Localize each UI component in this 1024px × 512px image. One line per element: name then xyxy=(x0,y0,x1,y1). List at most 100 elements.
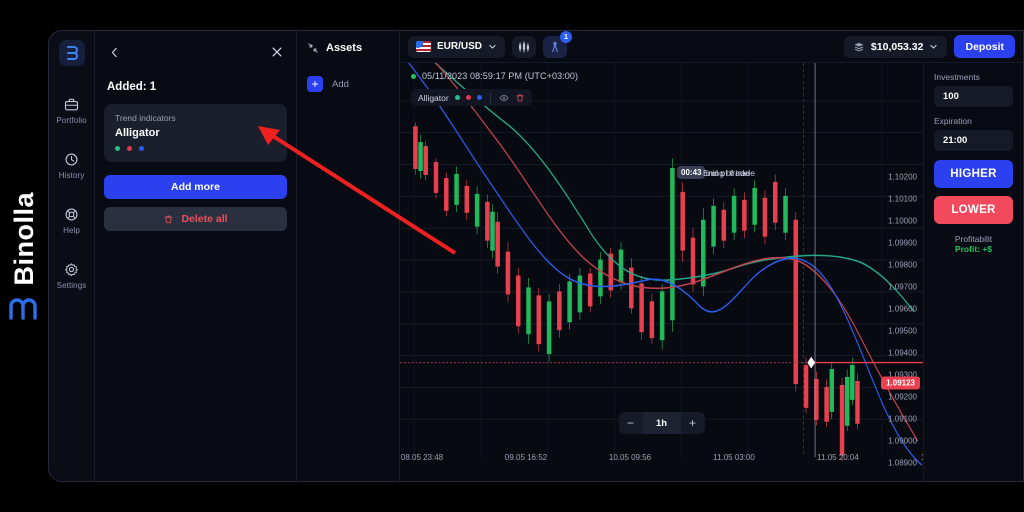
y-tick-label: 1.09000 xyxy=(888,436,917,446)
balance-selector[interactable]: $10,053.32 xyxy=(843,35,948,58)
brand-name: Binolla xyxy=(8,192,39,286)
added-count-label: Added: 1 xyxy=(107,81,157,93)
x-axis: 08.05 23:48 09.05 16:52 10.05 09:56 11.0… xyxy=(400,453,963,465)
y-tick-label: 1.09600 xyxy=(888,304,917,314)
chart-type-button[interactable] xyxy=(512,35,537,58)
color-dot xyxy=(465,95,471,100)
chart-area: EUR/USD 1 $10,053.32 Deposit 05/11/2023 … xyxy=(400,31,1023,481)
y-tick-label: 1.08900 xyxy=(888,458,917,468)
screen: Binolla Portfolio History Help Settings … xyxy=(0,0,1024,512)
indicator-category: Trend indicators xyxy=(115,113,176,123)
x-tick-label: 10.05 09:56 xyxy=(608,453,652,462)
y-tick-label: 1.09800 xyxy=(888,260,917,270)
quote-timestamp: 05/11/2023 08:59:17 PM (UTC+03:00) xyxy=(411,71,578,81)
collapse-icon[interactable] xyxy=(307,42,319,54)
timeframe-decrease-button[interactable]: − xyxy=(619,412,643,434)
lifebuoy-help-icon xyxy=(65,208,78,221)
delete-all-button[interactable]: Delete all xyxy=(104,207,287,231)
briefcase-icon xyxy=(64,98,79,111)
trade-panel: Investments 100 Expiration 21:00 HIGHER … xyxy=(923,63,1023,481)
deposit-button[interactable]: Deposit xyxy=(954,35,1015,58)
color-dot xyxy=(127,146,132,151)
live-status-dot xyxy=(411,73,416,79)
binolla-logo-icon xyxy=(9,298,37,320)
binolla-app-logo-icon[interactable] xyxy=(58,40,85,66)
indicator-name: Alligator xyxy=(115,127,160,139)
sidebar-item-label: Portfolio xyxy=(56,116,87,125)
y-tick-label: 1.09900 xyxy=(888,238,917,248)
candlestick-type-icon xyxy=(519,41,529,52)
symbol-selector[interactable]: EUR/USD xyxy=(408,35,506,58)
color-dot xyxy=(454,95,460,100)
plus-icon: + xyxy=(307,76,323,92)
indicator-legend[interactable]: Alligator xyxy=(411,89,532,106)
sidebar-item-portfolio[interactable]: Portfolio xyxy=(49,88,95,127)
indicators-button[interactable]: 1 xyxy=(543,31,573,58)
higher-button[interactable]: HIGHER xyxy=(934,160,1013,188)
sidebar-item-label: Help xyxy=(63,226,80,235)
expiration-input[interactable]: 21:00 xyxy=(934,130,1013,151)
wallet-stack-icon xyxy=(854,42,864,51)
indicator-color-dots xyxy=(115,146,276,151)
color-dot xyxy=(476,95,482,100)
sidebar-item-label: History xyxy=(58,171,85,180)
y-tick-label: 1.10100 xyxy=(888,194,917,204)
chevron-down-icon xyxy=(489,44,496,49)
timeframe-value[interactable]: 1h xyxy=(642,412,681,434)
sidebar-item-settings[interactable]: Settings xyxy=(49,253,95,292)
y-tick-label: 1.09400 xyxy=(888,348,917,358)
close-button[interactable] xyxy=(267,42,287,62)
gear-icon xyxy=(65,263,78,277)
color-dot xyxy=(139,146,144,151)
trash-icon xyxy=(165,215,173,223)
sidebar-item-label: Settings xyxy=(56,281,87,290)
color-dot xyxy=(115,146,120,151)
x-tick-label: 09.05 16:52 xyxy=(504,453,548,462)
assets-title: Assets xyxy=(326,42,363,54)
indicator-card-alligator[interactable]: Trend indicators Alligator xyxy=(104,104,287,162)
brand-watermark: Binolla xyxy=(0,0,48,512)
trade-end-label: End of trade xyxy=(703,168,750,178)
sidebar-item-help[interactable]: Help xyxy=(49,198,95,237)
balance-amount: $10,053.32 xyxy=(870,40,924,53)
y-tick-label: 1.09700 xyxy=(888,282,917,292)
chevron-left-icon xyxy=(111,47,117,57)
timeframe-increase-button[interactable]: + xyxy=(681,412,705,434)
y-tick-label: 1.10000 xyxy=(888,216,917,226)
assets-panel: Assets + Add xyxy=(297,31,400,481)
trade-countdown: 00:43 xyxy=(677,166,706,179)
profitability-label: Profitabilit xyxy=(954,234,993,244)
investments-label: Investments xyxy=(934,72,980,82)
profitability-block: Profitabilit Profit: +$ xyxy=(934,234,1013,254)
quote-timestamp-text: 05/11/2023 08:59:17 PM (UTC+03:00) xyxy=(422,71,579,81)
divider xyxy=(489,92,491,103)
app-window: Portfolio History Help Settings Added: 1… xyxy=(48,30,1024,482)
y-tick-label: 1.10200 xyxy=(888,172,917,182)
y-axis: 1.10200 1.10100 1.10000 1.09900 1.09800 … xyxy=(861,63,923,481)
investments-input[interactable]: 100 xyxy=(934,86,1013,107)
y-tick-label: 1.09200 xyxy=(888,392,917,402)
trash-icon[interactable] xyxy=(515,93,525,103)
add-more-button[interactable]: Add more xyxy=(104,175,287,199)
x-tick-label: 11.05 03:00 xyxy=(713,453,755,462)
back-button[interactable] xyxy=(104,42,124,62)
delete-all-label: Delete all xyxy=(181,213,228,225)
symbol-label: EUR/USD xyxy=(437,41,483,52)
chart-toolbar: EUR/USD 1 $10,053.32 Deposit xyxy=(400,31,1023,63)
add-asset-label: Add xyxy=(332,78,349,90)
eye-visibility-icon[interactable] xyxy=(499,93,509,103)
y-tick-label: 1.09100 xyxy=(888,414,917,424)
add-asset-button[interactable]: + Add xyxy=(307,76,389,92)
x-tick-label: 11.05 20:04 xyxy=(817,453,859,462)
live-price-badge: 1.09123 xyxy=(881,376,920,390)
indicators-badge: 1 xyxy=(560,31,573,43)
sidebar-item-history[interactable]: History xyxy=(49,143,95,182)
y-tick-label: 1.09500 xyxy=(888,326,917,336)
profit-value: Profit: +$ xyxy=(954,244,993,254)
clock-history-icon xyxy=(65,153,78,166)
close-icon xyxy=(272,47,282,57)
chart-plot[interactable]: 05/11/2023 08:59:17 PM (UTC+03:00) Allig… xyxy=(400,38,963,481)
indicators-panel: Added: 1 Trend indicators Alligator Add … xyxy=(95,31,297,481)
us-eu-flag-icon xyxy=(416,41,431,52)
lower-button[interactable]: LOWER xyxy=(934,196,1013,224)
